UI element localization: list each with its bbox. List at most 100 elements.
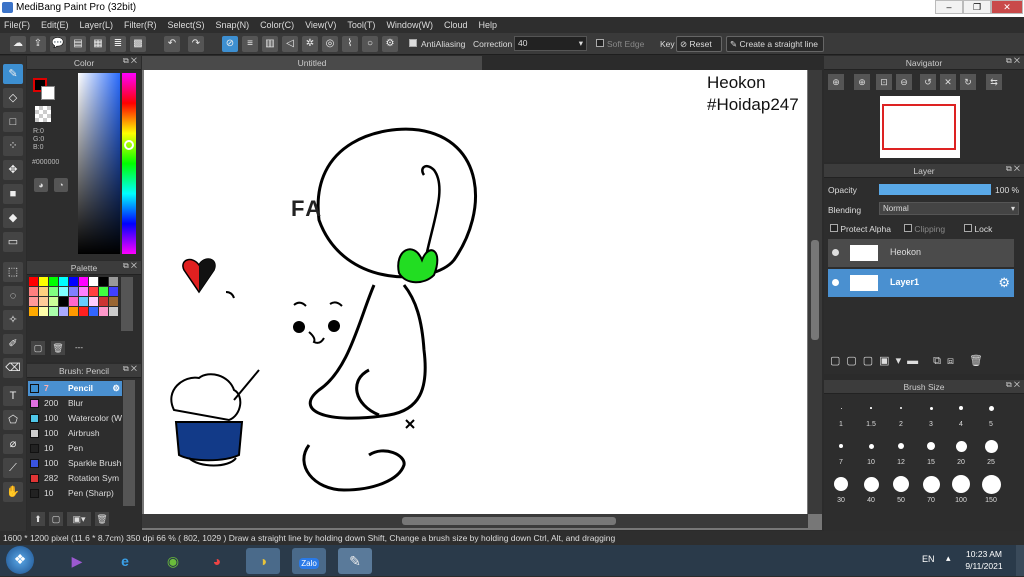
- rotate-left-icon[interactable]: ↺: [920, 74, 936, 90]
- palette-swatch[interactable]: [69, 277, 78, 286]
- palette-swatch[interactable]: [79, 287, 88, 296]
- palette-swatch[interactable]: [39, 297, 48, 306]
- menu-edit[interactable]: Edit(E): [41, 20, 69, 30]
- medibang-icon[interactable]: ✎: [338, 548, 372, 574]
- circle-snap-icon[interactable]: ◎: [322, 36, 338, 52]
- palette-swatch[interactable]: [59, 277, 68, 286]
- lasso-tool-icon[interactable]: ◌: [3, 286, 23, 306]
- blending-select[interactable]: Normal ▾: [879, 202, 1019, 215]
- start-button[interactable]: ❖: [6, 546, 34, 574]
- brush-row[interactable]: 10 Pen (Sharp): [28, 486, 122, 501]
- brush-size-cell[interactable]: 25: [976, 434, 1006, 472]
- brush-close-icon[interactable]: ⧉ ✕: [123, 364, 137, 374]
- select-tool-icon[interactable]: ⬚: [3, 262, 23, 282]
- palette-swatch[interactable]: [99, 277, 108, 286]
- maximize-button[interactable]: ❐: [963, 0, 991, 14]
- brush-size-cell[interactable]: 2: [886, 396, 916, 434]
- bucket-tool-icon[interactable]: ◆: [3, 208, 23, 228]
- reset-view-icon[interactable]: ✕: [940, 74, 956, 90]
- undo-icon[interactable]: ↶: [164, 36, 180, 52]
- app-icon-2[interactable]: ◑: [246, 548, 280, 574]
- tray-arrow-icon[interactable]: ▴: [946, 553, 951, 564]
- chrome-icon[interactable]: ◕: [200, 548, 234, 574]
- palette-swatch[interactable]: [49, 287, 58, 296]
- ie-icon[interactable]: e: [108, 548, 142, 574]
- palette-swatch[interactable]: [89, 297, 98, 306]
- palette-swatch[interactable]: [59, 307, 68, 316]
- brush-size-cell[interactable]: 4: [946, 396, 976, 434]
- parallel-snap-icon[interactable]: ≡: [242, 36, 258, 52]
- menu-tool[interactable]: Tool(T): [347, 20, 375, 30]
- clipping-checkbox[interactable]: Clipping: [904, 224, 945, 234]
- brush-size-cell[interactable]: 100: [946, 472, 976, 510]
- canvas-paper[interactable]: Heokon #Hoidap247 FA: [144, 70, 807, 514]
- brush-size-cell[interactable]: 1: [826, 396, 856, 434]
- brush-row[interactable]: 100 Watercolor (W: [28, 411, 122, 426]
- correction-select[interactable]: 40 ▾: [514, 36, 587, 51]
- menu-cloud[interactable]: Cloud: [444, 20, 468, 30]
- show-desktop-button[interactable]: [1016, 545, 1024, 576]
- brush-trash-icon[interactable]: 🗑: [95, 512, 109, 526]
- palette-swatch[interactable]: [109, 277, 118, 286]
- palette-swatch[interactable]: [79, 307, 88, 316]
- brush-size-cell[interactable]: 40: [856, 472, 886, 510]
- menu-color[interactable]: Color(C): [260, 20, 294, 30]
- palette-swatch[interactable]: [79, 297, 88, 306]
- navigator-close-icon[interactable]: ⧉ ✕: [1006, 56, 1020, 66]
- palette-swatch[interactable]: [109, 297, 118, 306]
- flip-icon[interactable]: ⇆: [986, 74, 1002, 90]
- brush-row[interactable]: 7 Pencil ⚙: [28, 381, 122, 396]
- gradient-tool-icon[interactable]: ▭: [3, 232, 23, 252]
- upload-icon[interactable]: ⇪: [30, 36, 46, 52]
- palette-swatch[interactable]: [109, 307, 118, 316]
- menu-window[interactable]: Window(W): [386, 20, 433, 30]
- perspective-snap-icon[interactable]: ◁: [282, 36, 298, 52]
- brush-menu-icon[interactable]: ▣▾: [67, 512, 91, 526]
- palette-swatch[interactable]: [29, 277, 38, 286]
- palette-swatch[interactable]: [39, 307, 48, 316]
- color-picker-icon[interactable]: ◔: [54, 178, 68, 192]
- new-brush-icon[interactable]: ▢: [49, 512, 63, 526]
- settings-snap-icon[interactable]: ⚙: [382, 36, 398, 52]
- palette-swatch[interactable]: [69, 297, 78, 306]
- visual-studio-icon[interactable]: ▶: [60, 548, 94, 574]
- language-indicator[interactable]: EN: [922, 554, 935, 564]
- palette-swatch[interactable]: [79, 277, 88, 286]
- brush-size-cell[interactable]: 1.5: [856, 396, 886, 434]
- palette-icon[interactable]: ◕: [34, 178, 48, 192]
- snap-off-icon[interactable]: ⊘: [222, 36, 238, 52]
- menu-select[interactable]: Select(S): [168, 20, 205, 30]
- palette-swatch[interactable]: [39, 277, 48, 286]
- palette-swatch[interactable]: [59, 297, 68, 306]
- fit-icon[interactable]: ⊡: [876, 74, 892, 90]
- palette-scrollbar[interactable]: [121, 277, 133, 331]
- clock[interactable]: 10:23 AM 9/11/2021: [960, 548, 1008, 572]
- brush-size-cell[interactable]: 12: [886, 434, 916, 472]
- brush-size-cell[interactable]: 70: [916, 472, 946, 510]
- menu-layer[interactable]: Layer(L): [80, 20, 114, 30]
- canvas-vscroll[interactable]: [808, 70, 822, 514]
- palette-swatch[interactable]: [59, 287, 68, 296]
- panel-float-icon[interactable]: ⧉ ✕: [123, 56, 137, 66]
- close-button[interactable]: ✕: [991, 0, 1023, 14]
- palette-swatch[interactable]: [49, 297, 58, 306]
- palette-swatch[interactable]: [99, 287, 108, 296]
- menu-view[interactable]: View(V): [305, 20, 336, 30]
- magic-wand-icon[interactable]: ✧: [3, 310, 23, 330]
- palette-swatch[interactable]: [49, 307, 58, 316]
- brush-size-cell[interactable]: 10: [856, 434, 886, 472]
- hue-slider[interactable]: [122, 73, 136, 254]
- layer-close-icon[interactable]: ⧉ ✕: [1006, 164, 1020, 174]
- trash-icon[interactable]: 🗑: [51, 341, 65, 355]
- brush-scrollbar[interactable]: [123, 380, 135, 506]
- palette-swatch[interactable]: [89, 277, 98, 286]
- layer-row[interactable]: Heokon: [828, 239, 1014, 267]
- zoom-in-icon[interactable]: ⊕: [828, 74, 844, 90]
- brush-size-cell[interactable]: 3: [916, 396, 946, 434]
- divide-tool-icon[interactable]: ⟋: [3, 458, 23, 478]
- palette-swatch[interactable]: [89, 307, 98, 316]
- palette-swatch[interactable]: [99, 297, 108, 306]
- palette-swatch[interactable]: [109, 287, 118, 296]
- zoom-out-icon[interactable]: ⊖: [896, 74, 912, 90]
- zalo-icon[interactable]: Zalo: [292, 548, 326, 574]
